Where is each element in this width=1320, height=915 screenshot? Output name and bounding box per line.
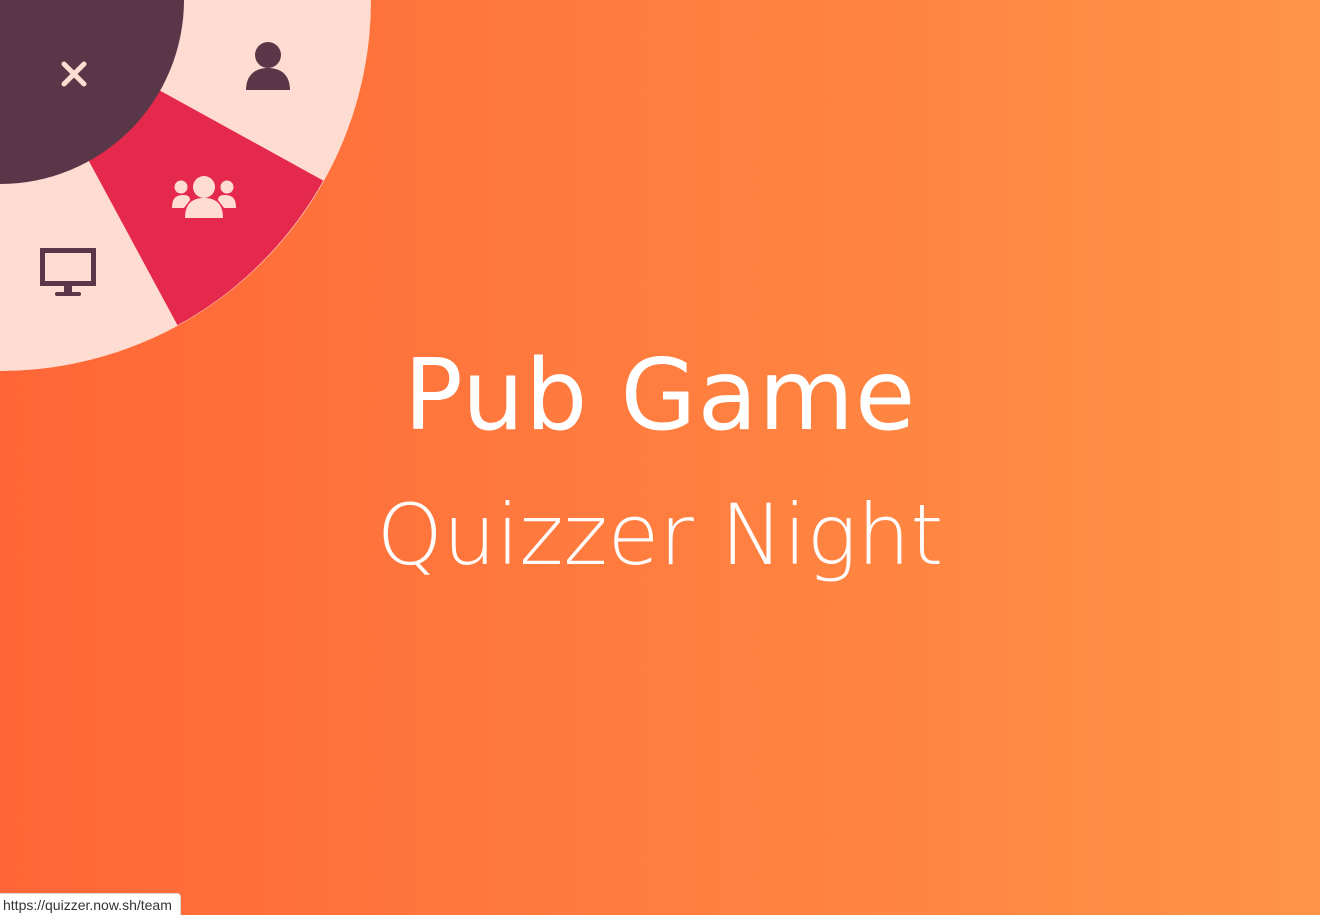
page-subtitle: Quizzer Night — [376, 486, 944, 584]
page-title: Pub Game — [403, 339, 917, 453]
radial-menu — [0, 0, 371, 371]
browser-status-url: https://quizzer.now.sh/team — [0, 893, 181, 915]
